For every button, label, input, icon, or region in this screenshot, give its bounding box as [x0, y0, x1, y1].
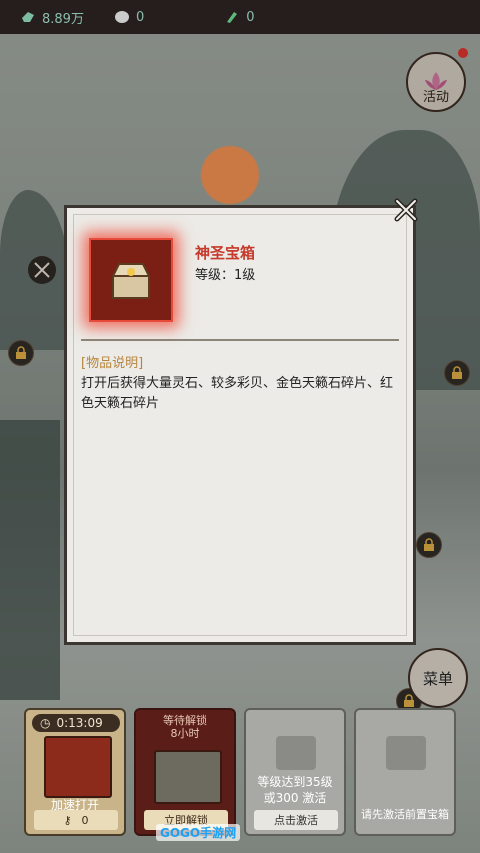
holy-chest-icon [89, 238, 173, 322]
close-button[interactable] [392, 196, 420, 224]
activate-previous-hint: 请先激活前置宝箱 [361, 808, 449, 821]
description-title: [物品说明] [81, 356, 144, 371]
treasure-chest-icon [111, 263, 151, 299]
description-text: 打开后获得大量灵石、较多彩贝、金色天籁石碎片、红色天籁石碎片 [81, 376, 394, 411]
timer-text: 0:13:09 [56, 716, 103, 730]
speed-cost: 0 [81, 813, 89, 827]
wait-unlock-text: 等待解锁 8小时 [163, 714, 207, 740]
chest-slot-4[interactable]: 请先激活前置宝箱 [354, 708, 456, 836]
dark-chest-icon [154, 750, 222, 804]
red-chest-icon [44, 736, 112, 798]
locked-slot-icon [386, 736, 426, 770]
item-level: 等级：1级 [195, 268, 256, 283]
activate-button[interactable]: 点击激活 [254, 810, 338, 830]
item-name: 神圣宝箱 [195, 244, 256, 262]
chest-slot-3[interactable]: 等级达到35级 或300 激活 点击激活 [244, 708, 346, 836]
item-info-dialog: 神圣宝箱 等级：1级 [物品说明] 打开后获得大量灵石、较多彩贝、金色天籁石碎片… [64, 205, 416, 645]
slot-timer: ◷ 0:13:09 [32, 714, 120, 732]
key-icon: ⚷ [63, 813, 72, 827]
locked-slot-icon [276, 736, 316, 770]
clock-icon: ◷ [40, 716, 51, 730]
chest-slot-1[interactable]: ◷ 0:13:09 加速打开 ⚷ 0 [24, 708, 126, 836]
divider [81, 339, 399, 341]
close-icon [394, 198, 418, 222]
activate-label: 点击激活 [274, 814, 318, 827]
activate-condition: 等级达到35级 或300 激活 [257, 775, 333, 805]
chest-slot-2[interactable]: 等待解锁 8小时 立即解锁 [134, 708, 236, 836]
watermark-logo: GOGO手游网 [156, 824, 241, 841]
speed-open-button[interactable]: ⚷ 0 [34, 810, 118, 830]
